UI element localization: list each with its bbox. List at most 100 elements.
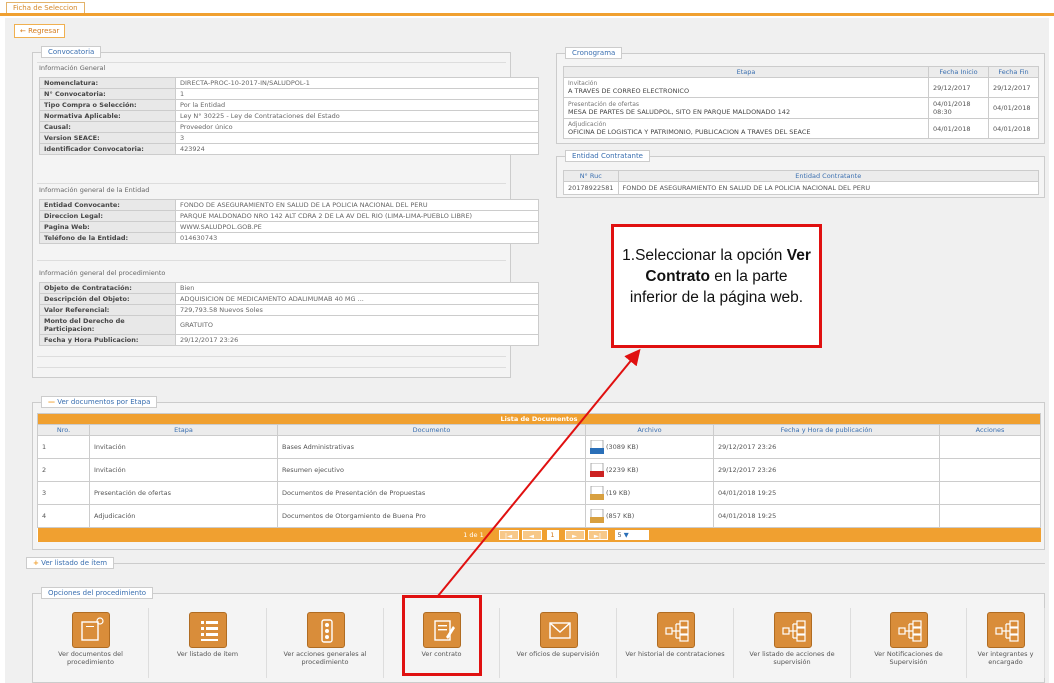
back-button-label: Regresar xyxy=(28,27,60,35)
tab-ficha-seleccion[interactable]: Ficha de Seleccion xyxy=(6,2,85,13)
archivo-cell: (19 KB) xyxy=(585,481,714,505)
etapa-cell: Presentación de ofertas xyxy=(89,481,278,505)
field-value: 29/12/2017 23:26 xyxy=(175,334,539,346)
per-page-value: 5 xyxy=(617,531,622,539)
field-label: Tipo Compra o Selección: xyxy=(39,99,176,111)
documentos-panel: — Ver documentos por Etapa Lista de Docu… xyxy=(32,396,1045,550)
field-value: ADQUISICION DE MEDICAMENTO ADALIMUMAB 40… xyxy=(175,293,539,305)
option-ver-listado-de-tem[interactable]: Ver listado de ítem xyxy=(149,608,267,678)
file-icon[interactable] xyxy=(590,508,604,523)
hierarchy-icon[interactable] xyxy=(987,612,1025,648)
etapa-cell: Invitación xyxy=(89,435,278,459)
field-label: Identificador Convocatoria: xyxy=(39,143,176,155)
entidad-contratante-table: N° Ruc Entidad Contratante 20178922581 F… xyxy=(563,170,1039,195)
etapa-cell: Presentación de ofertas MESA DE PARTES DE… xyxy=(563,97,929,119)
hierarchy-icon[interactable] xyxy=(890,612,928,648)
divider xyxy=(37,62,506,63)
table-row: 1 Invitación Bases Administrativas (3089 KB… xyxy=(37,435,1041,459)
option-label: Ver oficios de supervisión xyxy=(516,650,600,658)
table-row: Teléfono de la Entidad: 014630743 xyxy=(39,232,539,244)
option-ver-notificaciones-de-supervisi-n[interactable]: Ver Notificaciones de Supervisión xyxy=(851,608,967,678)
documento-cell: Bases Administrativas xyxy=(277,435,586,459)
option-ver-documentos-del-procedimiento[interactable]: Ver documentos del procedimiento xyxy=(33,608,149,678)
items-legend-label: Ver listado de ítem xyxy=(41,559,108,567)
hierarchy-icon[interactable] xyxy=(773,612,812,648)
traffic-light-icon[interactable] xyxy=(306,612,345,648)
archivo-cell: (857 KB) xyxy=(585,504,714,528)
divider xyxy=(37,260,506,261)
file-icon[interactable] xyxy=(590,439,604,454)
table-row: N° Convocatoria: 1 xyxy=(39,88,539,100)
documento-cell: Resumen ejecutivo xyxy=(277,458,586,482)
items-panel: + Ver listado de ítem xyxy=(26,557,1045,573)
entidad-info-title: Información general de la Entidad xyxy=(39,186,150,194)
cronograma-table: Etapa Fecha Inicio Fecha Fin Invitación A… xyxy=(563,66,1039,139)
cronograma-legend: Cronograma xyxy=(565,47,623,59)
col-etapa: Etapa xyxy=(89,424,278,436)
cronograma-panel: Cronograma Etapa Fecha Inicio Fecha Fin … xyxy=(556,47,1045,144)
table-row: Descripción del Objeto: ADQUISICION DE ME… xyxy=(39,293,539,305)
acciones-cell xyxy=(939,504,1041,528)
field-label: Normativa Aplicable: xyxy=(39,110,176,122)
col-entidad: Entidad Contratante xyxy=(617,170,1039,182)
proc-info-table: Objeto de Contratación: Bien Descripción d… xyxy=(39,282,539,346)
divider xyxy=(37,356,506,357)
option-ver-listado-de-acciones-de-supervisi-n[interactable]: Ver listado de acciones de supervisión xyxy=(734,608,851,678)
envelope-icon[interactable] xyxy=(539,612,578,648)
folder-document-icon[interactable] xyxy=(72,612,110,648)
documento-cell: Documentos de Presentación de Propuestas xyxy=(277,481,586,505)
table-row: Identificador Convocatoria: 423924 xyxy=(39,143,539,155)
col-archivo: Archivo xyxy=(585,424,714,436)
general-info-table: Nomenclatura: DIRECTA-PROC-10-2017-IN/SAL… xyxy=(39,77,539,155)
acciones-cell xyxy=(939,481,1041,505)
pager-current-page[interactable]: 1 xyxy=(546,530,559,540)
pager: 1 de 1 |◄ ◄ 1 ► ►| 5 ▼ xyxy=(37,528,1041,542)
list-icon[interactable] xyxy=(189,612,227,648)
documento-cell: Documentos de Otorgamiento de Buena Pro xyxy=(277,504,586,528)
fecha-inicio-cell: 04/01/2018 xyxy=(928,118,989,139)
field-label: Valor Referencial: xyxy=(39,304,176,316)
etapa-cell: Adjudicación xyxy=(89,504,278,528)
documentos-title: Lista de Documentos xyxy=(37,413,1041,425)
items-legend[interactable]: + Ver listado de ítem xyxy=(26,557,115,569)
entidad-contratante-legend: Entidad Contratante xyxy=(565,150,650,162)
table-row: Causal: Proveedor único xyxy=(39,121,539,133)
col-nro: Nro. xyxy=(37,424,90,436)
back-button[interactable]: ← Regresar xyxy=(14,24,66,38)
pager-last-button[interactable]: ►| xyxy=(587,530,608,540)
table-row: 2 Invitación Resumen ejecutivo (2239 KB) 29/… xyxy=(37,458,1041,482)
file-icon[interactable] xyxy=(590,462,604,477)
field-label: Causal: xyxy=(39,121,176,133)
pager-prev-button[interactable]: ◄ xyxy=(521,530,542,540)
acciones-cell xyxy=(939,435,1041,459)
option-ver-oficios-de-supervisi-n[interactable]: Ver oficios de supervisión xyxy=(500,608,617,678)
etapa-name: Adjudicación xyxy=(568,121,607,128)
archivo-cell: (2239 KB) xyxy=(585,458,714,482)
field-label: Entidad Convocante: xyxy=(39,199,176,211)
field-value: 014630743 xyxy=(175,232,539,244)
pager-next-button[interactable]: ► xyxy=(564,530,585,540)
field-label: Objeto de Contratación: xyxy=(39,282,176,294)
etapa-name: Invitación xyxy=(568,80,598,87)
col-acciones: Acciones xyxy=(939,424,1041,436)
option-label: Ver listado de acciones de supervisión xyxy=(749,650,835,666)
hierarchy-icon[interactable] xyxy=(656,612,695,648)
documentos-legend-label: Ver documentos por Etapa xyxy=(57,398,151,406)
file-icon[interactable] xyxy=(590,485,604,500)
pager-first-button[interactable]: |◄ xyxy=(498,530,519,540)
per-page-select[interactable]: 5 ▼ xyxy=(614,530,649,540)
option-ver-acciones-generales-al-procedimiento[interactable]: Ver acciones generales al procedimiento xyxy=(267,608,384,678)
field-label: Monto del Derecho de Participacion: xyxy=(39,315,176,335)
instruction-callout: 1.Seleccionar la opción Ver Contrato en … xyxy=(611,224,822,348)
tab-bar: Ficha de Seleccion xyxy=(0,0,1054,16)
field-value: Ley N° 30225 - Ley de Contrataciones del… xyxy=(175,110,539,122)
col-ruc: N° Ruc xyxy=(563,170,619,182)
fecha-fin-cell: 04/01/2018 xyxy=(988,97,1039,119)
option-ver-historial-de-contrataciones[interactable]: Ver historial de contrataciones xyxy=(617,608,734,678)
file-size: (2239 KB) xyxy=(606,466,639,474)
option-label: Ver integrantes y encargado xyxy=(977,650,1034,666)
etapa-detail: OFICINA DE LOGISTICA Y PATRIMONIO, PUBLI… xyxy=(568,128,811,136)
option-ver-integrantes-y-encargado[interactable]: Ver integrantes y encargado xyxy=(967,608,1045,678)
col-etapa: Etapa xyxy=(563,66,929,78)
documentos-legend[interactable]: — Ver documentos por Etapa xyxy=(41,396,158,408)
